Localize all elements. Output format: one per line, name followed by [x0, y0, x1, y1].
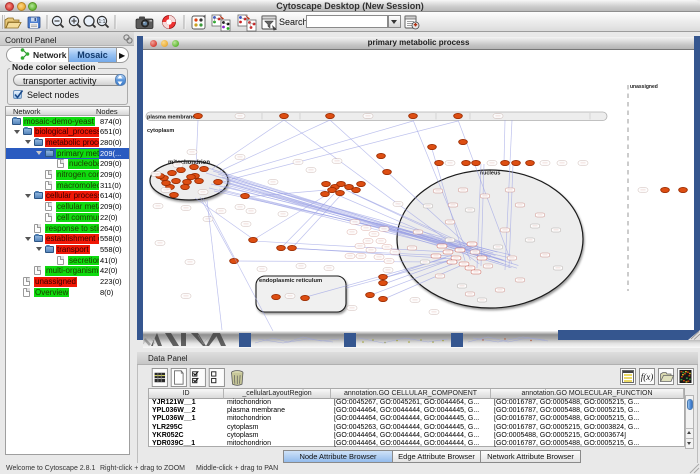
- svg-text:plasma membrane: plasma membrane: [147, 115, 195, 121]
- svg-text:cytoplasm: cytoplasm: [147, 128, 174, 134]
- svg-text:f(x): f(x): [641, 372, 654, 382]
- svg-text:1:1: 1:1: [99, 19, 106, 25]
- svg-text:nucleus: nucleus: [480, 171, 501, 177]
- svg-text:endoplasmic reticulum: endoplasmic reticulum: [259, 278, 322, 284]
- svg-text:unassigned: unassigned: [630, 84, 658, 90]
